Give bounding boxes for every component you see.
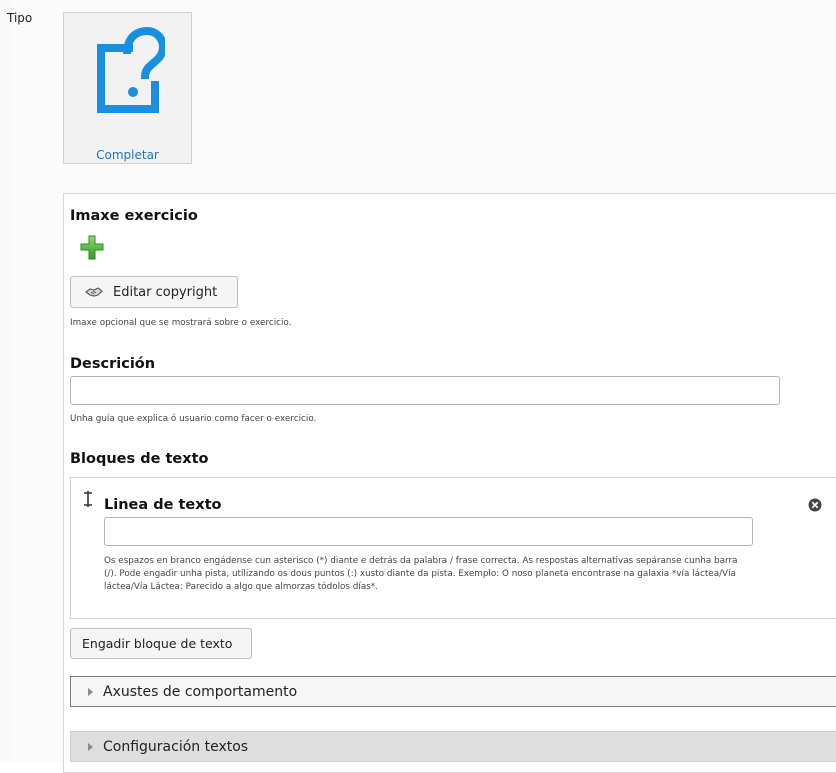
behaviour-settings-label: Axustes de comportamento — [103, 683, 298, 700]
remove-icon[interactable] — [808, 498, 822, 512]
image-help-text: Imaxe opcional que se mostrará sobre o e… — [70, 318, 292, 328]
content-type-label: Completar — [96, 148, 159, 162]
handshake-icon — [85, 287, 103, 297]
help-line: láctea/Vía Láctea: Parecido a algo que a… — [104, 582, 378, 592]
drag-handle-icon[interactable] — [83, 490, 93, 508]
left-margin — [0, 0, 12, 762]
expand-arrow-icon — [88, 742, 93, 751]
description-input[interactable] — [70, 376, 780, 405]
edit-copyright-label: Editar copyright — [113, 284, 218, 300]
description-help-text: Unha guía que explica ó usuario como fac… — [70, 414, 317, 424]
content-type-completar-button[interactable]: Completar — [63, 12, 192, 164]
type-label: Tipo — [7, 11, 33, 25]
expand-arrow-icon — [88, 687, 93, 696]
image-section-title: Imaxe exercicio — [70, 208, 198, 224]
add-text-block-label: Engadir bloque de texto — [82, 636, 233, 651]
description-section-title: Descrición — [70, 356, 156, 372]
add-text-block-button[interactable]: Engadir bloque de texto — [70, 628, 252, 659]
text-configuration-label: Configuración textos — [103, 738, 249, 755]
text-line-input[interactable] — [104, 517, 753, 546]
text-blocks-section-title: Bloques de texto — [70, 451, 209, 467]
text-configuration-toggle[interactable]: Configuración textos — [70, 731, 836, 762]
text-block-title: Linea de texto — [104, 497, 222, 513]
help-line: Os espazos en branco engádense cun aster… — [104, 556, 738, 566]
question-box-icon — [97, 26, 165, 113]
plus-icon[interactable] — [80, 235, 104, 261]
text-block-help: Os espazos en branco engádense cun aster… — [104, 555, 829, 594]
edit-copyright-button[interactable]: Editar copyright — [70, 276, 238, 308]
help-line: (/). Pode engadir unha pista, utilizando… — [104, 569, 736, 579]
behaviour-settings-toggle[interactable]: Axustes de comportamento — [70, 676, 836, 707]
